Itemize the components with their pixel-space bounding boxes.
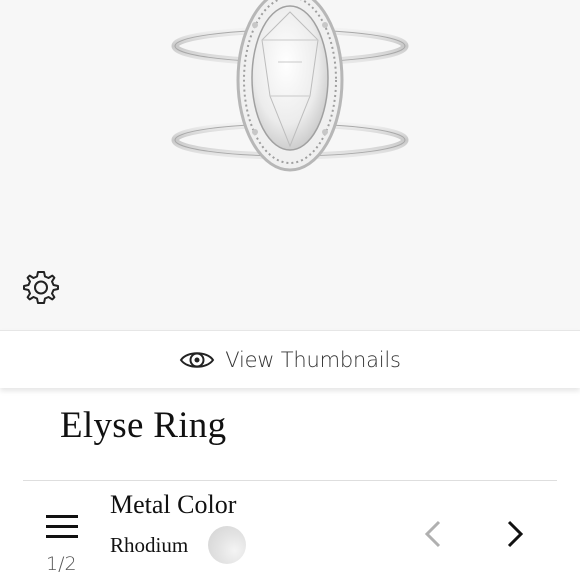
- options-menu-button[interactable]: [44, 512, 82, 544]
- hamburger-menu-icon: [46, 515, 78, 518]
- next-option-button[interactable]: [494, 514, 534, 554]
- option-value: Rhodium: [110, 533, 189, 557]
- divider: [23, 480, 557, 481]
- view-thumbnails-label: View Thumbnails: [225, 347, 401, 372]
- page-indicator: 1/2: [46, 553, 77, 575]
- hamburger-menu-icon: [46, 525, 78, 528]
- metal-color-swatch[interactable]: [208, 526, 246, 564]
- ring-image: [171, 0, 409, 172]
- hamburger-menu-icon: [46, 535, 78, 538]
- chevron-right-icon: [507, 520, 524, 548]
- product-image-viewer: [0, 0, 580, 330]
- view-thumbnails-button[interactable]: View Thumbnails: [0, 330, 580, 388]
- eye-icon: [180, 351, 215, 368]
- settings-button[interactable]: [22, 268, 60, 306]
- previous-option-button[interactable]: [414, 514, 454, 554]
- product-title: Elyse Ring: [60, 405, 227, 446]
- gear-icon: [23, 271, 59, 304]
- option-name: Metal Color: [110, 490, 237, 519]
- chevron-left-icon: [424, 520, 441, 548]
